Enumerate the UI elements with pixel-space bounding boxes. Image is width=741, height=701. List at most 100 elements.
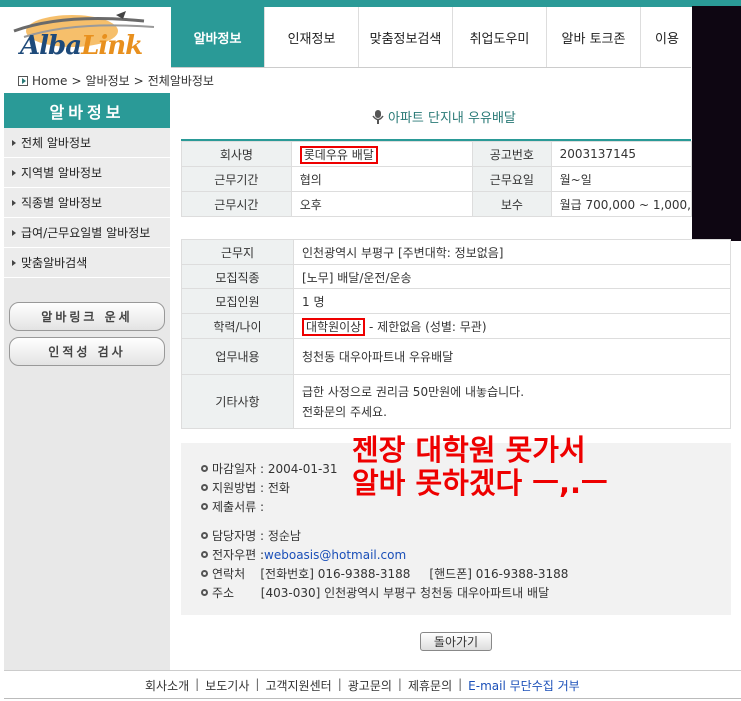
days-label: 근무요일 [472, 166, 552, 192]
albalink-logo[interactable]: AlbaLink [4, 7, 170, 67]
red-annotation: 젠장 대학원 못가서 알바 못하겠다 ㅡ,.ㅡ [352, 434, 608, 500]
tab-usage[interactable]: 이용 [641, 7, 691, 67]
bullet-icon [201, 465, 208, 472]
sidebar-item-custom-search[interactable]: 맞춤알바검색 [4, 248, 170, 278]
home-arrow-icon [18, 75, 28, 86]
table-row: 모집직종 [노무] 배달/운전/운송 [181, 264, 731, 290]
bullet-icon [201, 551, 208, 558]
bullet-icon [201, 589, 208, 596]
edu-cell: 대학원이상 - 제한없음 (성별: 무관) [293, 313, 731, 339]
tab-alba-info[interactable]: 알바정보 [171, 7, 265, 67]
email-link[interactable]: weboasis@hotmail.com [264, 548, 406, 562]
address-row: 주소 [403-030] 인천광역시 부평구 청천동 대우아파트내 배달 [201, 584, 549, 601]
location-label: 근무지 [181, 239, 294, 265]
breadcrumb-alba-info[interactable]: 알바정보 [86, 72, 130, 89]
tab-job-helper[interactable]: 취업도우미 [453, 7, 547, 67]
sidebar-item-label: 맞춤알바검색 [21, 256, 88, 270]
fortune-button[interactable]: 알바링크 운세 [9, 302, 165, 331]
footer: 회사소개 | 보도기사 | 고객지원센터 | 광고문의 | 제휴문의 | E-mail 무… [145, 677, 580, 694]
contact-row: 연락처 [전화번호] 016-9388-3188 [핸드폰] 016-9388-… [201, 565, 568, 582]
manager-row: 담당자명 : 정순남 [201, 527, 301, 544]
email-label: 전자우편 : [212, 548, 265, 562]
bullet-icon [201, 503, 208, 510]
triangle-right-icon [12, 139, 16, 146]
triangle-right-icon [12, 199, 16, 206]
job-title-text: 아파트 단지내 우유배달 [388, 111, 516, 126]
top-accent-bar [0, 0, 741, 7]
category-label: 모집직종 [181, 264, 294, 290]
triangle-right-icon [12, 229, 16, 236]
edu-rest: - 제한없음 (성별: 무관) [365, 319, 487, 334]
edu-value: 대학원이상 [302, 317, 366, 336]
days-value: 월~일 [550, 166, 693, 192]
footer-link-ads[interactable]: 광고문의 [348, 677, 392, 694]
table-row: 근무기간 협의 근무요일 월~일 [181, 166, 693, 192]
time-label: 근무시간 [181, 191, 292, 217]
period-value: 협의 [290, 166, 474, 192]
job-title: 아파트 단지내 우유배달 [372, 107, 516, 126]
time-value: 오후 [290, 191, 474, 217]
notice-label: 공고번호 [472, 141, 552, 167]
footer-link-press[interactable]: 보도기사 [205, 677, 249, 694]
breadcrumb-separator: > [71, 73, 82, 88]
tab-alba-talk[interactable]: 알바 토크존 [547, 7, 641, 67]
deadline-text: 마감일자 : 2004-01-31 [212, 462, 338, 476]
table-row: 근무시간 오후 보수 월급 700,000 ~ 1,000, [181, 191, 693, 217]
sidebar-item-label: 급여/근무요일별 알바정보 [21, 226, 151, 240]
sidebar-item-label: 전체 알바정보 [21, 136, 92, 150]
sidebar-item-region[interactable]: 지역별 알바정보 [4, 158, 170, 188]
table-row: 기타사항 급한 사정으로 권리금 50만원에 내놓습니다. 전화문의 주세요. [181, 374, 731, 429]
footer-separator: | [337, 677, 342, 691]
job-location-table: 근무지 인천광역시 부평구 [주변대학: 정보없음] 모집직종 [노무] 배달/… [181, 239, 731, 290]
table-row: 업무내용 청천동 대우아파트내 우유배달 [181, 338, 731, 375]
triangle-right-icon [12, 259, 16, 266]
duty-value: 청천동 대우아파트내 우유배달 [293, 338, 731, 375]
method-row: 지원방법 : 전화 [201, 479, 290, 496]
etc-label: 기타사항 [181, 374, 294, 429]
footer-link-email-policy[interactable]: E-mail 무단수집 거부 [468, 677, 580, 694]
location-value: 인천광역시 부평구 [주변대학: 정보없음] [293, 239, 731, 265]
sidebar-title: 알바정보 [4, 93, 170, 128]
job-detail-table: 회사명 롯데우유 배달 공고번호 2003137145 근무기간 협의 근무요일… [181, 141, 693, 217]
notice-value: 2003137145 [550, 141, 693, 167]
sidebar-item-all[interactable]: 전체 알바정보 [4, 128, 170, 158]
breadcrumb-home[interactable]: Home [32, 74, 67, 88]
footer-separator: | [397, 677, 402, 691]
count-value: 1 명 [293, 288, 731, 314]
tab-custom-search[interactable]: 맞춤정보검색 [359, 7, 453, 67]
sidebar-item-pay-days[interactable]: 급여/근무요일별 알바정보 [4, 218, 170, 248]
edu-label: 학력/나이 [181, 313, 294, 339]
sidebar-item-label: 지역별 알바정보 [21, 166, 103, 180]
tab-talent-info[interactable]: 인재정보 [265, 7, 359, 67]
footer-link-partner[interactable]: 제휴문의 [408, 677, 452, 694]
annotation-line: 젠장 대학원 못가서 [352, 433, 586, 467]
breadcrumb-all-alba[interactable]: 전체알바정보 [148, 72, 214, 89]
breadcrumb: Home > 알바정보 > 전체알바정보 [18, 72, 214, 89]
table-row: 학력/나이 대학원이상 - 제한없음 (성별: 무관) [181, 313, 731, 339]
deadline-row: 마감일자 : 2004-01-31 [201, 460, 338, 477]
etc-line: 급한 사정으로 권리금 50만원에 내놓습니다. [302, 385, 525, 399]
duty-label: 업무내용 [181, 338, 294, 375]
footer-divider [4, 670, 741, 671]
method-text: 지원방법 : 전화 [212, 481, 290, 495]
manager-text: 담당자명 : 정순남 [212, 529, 301, 543]
sidebar-item-job-type[interactable]: 직종별 알바정보 [4, 188, 170, 218]
footer-link-company[interactable]: 회사소개 [145, 677, 189, 694]
company-value: 롯데우유 배달 [299, 145, 378, 164]
aptitude-test-button[interactable]: 인적성 검사 [9, 337, 165, 366]
etc-cell: 급한 사정으로 권리금 50만원에 내놓습니다. 전화문의 주세요. [293, 374, 731, 429]
table-row: 회사명 롯데우유 배달 공고번호 2003137145 [181, 141, 693, 167]
count-label: 모집인원 [181, 288, 294, 314]
footer-separator: | [458, 677, 463, 691]
period-label: 근무기간 [181, 166, 292, 192]
footer-link-support[interactable]: 고객지원센터 [265, 677, 331, 694]
triangle-right-icon [12, 169, 16, 176]
speaker-icon [372, 109, 384, 124]
company-label: 회사명 [181, 141, 292, 167]
footer-separator: | [195, 677, 200, 691]
table-row: 모집인원 1 명 [181, 288, 731, 314]
back-button[interactable]: 돌아가기 [420, 632, 492, 651]
docs-row: 제출서류 : [201, 498, 264, 515]
table-row: 근무지 인천광역시 부평구 [주변대학: 정보없음] [181, 239, 731, 265]
logo-text: AlbaLink [20, 31, 143, 61]
